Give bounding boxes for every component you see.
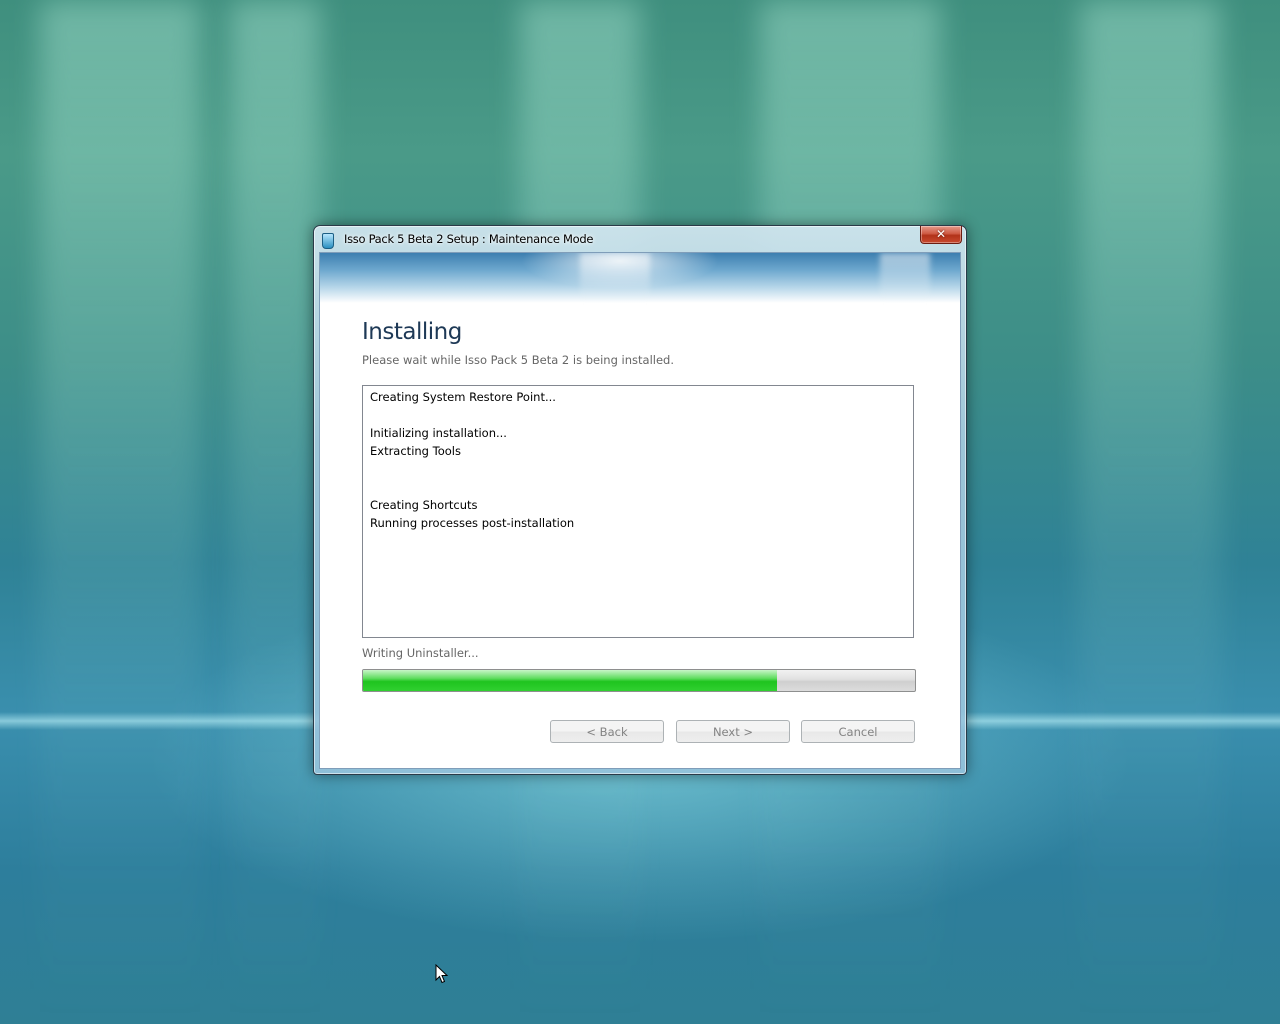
page-title: Installing [362, 319, 462, 345]
back-button[interactable]: < Back [550, 720, 664, 743]
desktop: Isso Pack 5 Beta 2 Setup : Maintenance M… [0, 0, 1280, 1024]
setup-window: Isso Pack 5 Beta 2 Setup : Maintenance M… [313, 225, 967, 775]
log-line: Creating System Restore Point... [370, 390, 556, 404]
progress-status-text: Writing Uninstaller... [362, 646, 479, 660]
install-log-box[interactable]: Creating System Restore Point... Initial… [362, 385, 914, 638]
log-line: Initializing installation... [370, 426, 507, 440]
title-bar[interactable]: Isso Pack 5 Beta 2 Setup : Maintenance M… [314, 226, 966, 252]
page-subtitle: Please wait while Isso Pack 5 Beta 2 is … [362, 353, 674, 367]
mouse-cursor-icon [435, 964, 449, 984]
background-light-ray [1080, 0, 1220, 1024]
install-progress-bar [362, 669, 916, 692]
close-icon: ✕ [935, 227, 947, 241]
background-light-ray [40, 0, 200, 1024]
log-line: Running processes post-installation [370, 516, 575, 530]
header-banner [320, 253, 960, 303]
log-line: Extracting Tools [370, 444, 461, 458]
banner-highlight [580, 253, 650, 303]
cancel-button[interactable]: Cancel [801, 720, 915, 743]
window-title: Isso Pack 5 Beta 2 Setup : Maintenance M… [344, 232, 594, 246]
progress-bar-fill [363, 670, 777, 691]
background-light-ray [230, 0, 320, 1024]
banner-highlight [880, 253, 930, 303]
setup-client-area: Installing Please wait while Isso Pack 5… [319, 252, 961, 769]
next-button[interactable]: Next > [676, 720, 790, 743]
close-button[interactable]: ✕ [920, 226, 962, 244]
setup-app-icon [322, 233, 334, 249]
log-line: Creating Shortcuts [370, 498, 478, 512]
